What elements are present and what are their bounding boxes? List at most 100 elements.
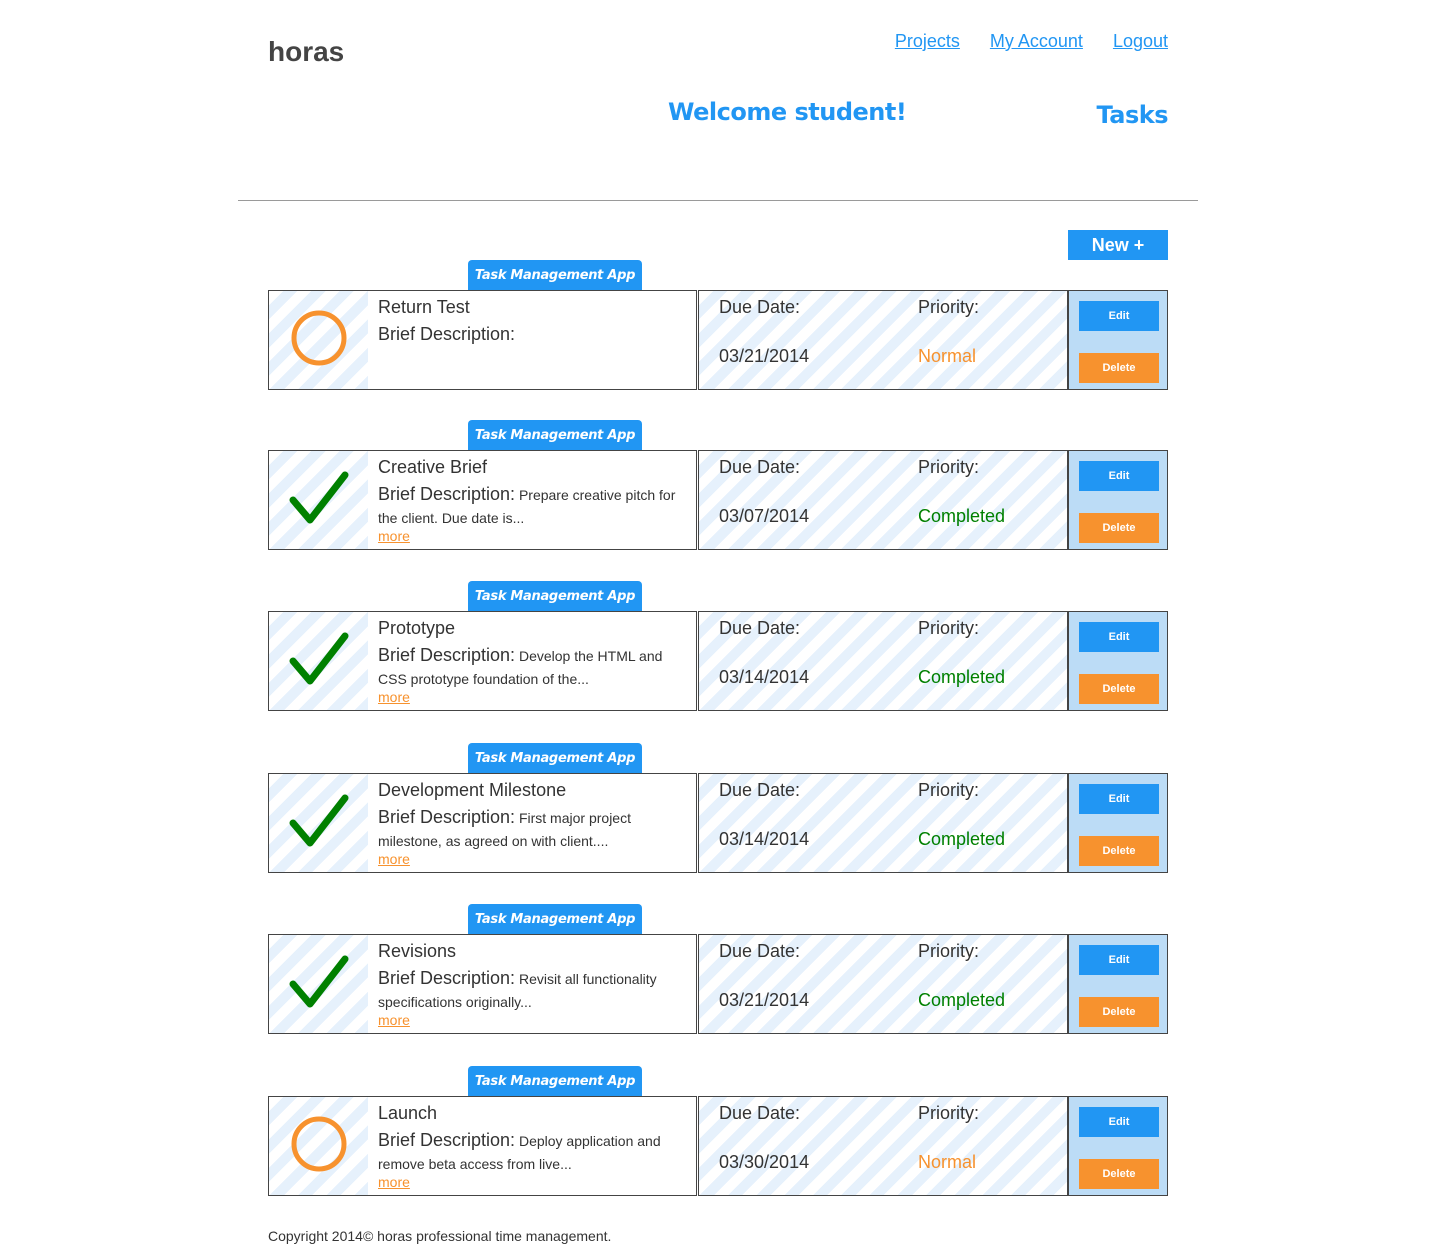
due-date-label: Due Date: (719, 297, 801, 317)
edit-button[interactable]: Edit (1079, 784, 1159, 814)
project-tag[interactable]: Task Management App (468, 581, 642, 611)
delete-button[interactable]: Delete (1079, 997, 1159, 1027)
nav-logout-link[interactable]: Logout (1113, 31, 1168, 52)
task-description: Brief Description: Prepare creative pitc… (378, 483, 688, 530)
task-name: Launch (378, 1103, 438, 1123)
priority-value: Normal (918, 346, 977, 366)
task-status[interactable] (268, 290, 369, 390)
project-tag[interactable]: Task Management App (468, 260, 642, 290)
task-row: Task Management App Prototype Brief Descri… (268, 581, 1168, 711)
task-row: Task Management App Creative Brief Brief D… (268, 420, 1168, 550)
footer-copyright: Copyright 2014© horas professional time … (268, 1228, 612, 1244)
edit-button[interactable]: Edit (1079, 622, 1159, 652)
task-row: Task Management App Return Test Brief Desc… (268, 260, 1168, 390)
task-name: Revisions (378, 941, 457, 961)
delete-button[interactable]: Delete (1079, 513, 1159, 543)
task-description: Brief Description: (378, 323, 688, 347)
more-link[interactable]: more (378, 528, 410, 544)
task-info: Creative Brief Brief Description: Prepare… (368, 450, 697, 550)
edit-button[interactable]: Edit (1079, 301, 1159, 331)
checkmark-icon (288, 954, 350, 1015)
task-status[interactable] (268, 450, 369, 550)
task-name: Creative Brief (378, 457, 488, 477)
task-actions: Edit Delete (1068, 773, 1168, 873)
project-tag[interactable]: Task Management App (468, 743, 642, 773)
task-meta: Due Date: 03/21/2014 Priority: Completed (698, 934, 1068, 1034)
task-description: Brief Description: First major project m… (378, 806, 688, 853)
task-row: Task Management App Development Milestone… (268, 743, 1168, 873)
project-tag[interactable]: Task Management App (468, 904, 642, 934)
task-status[interactable] (268, 611, 369, 711)
task-info: Launch Brief Description: Deploy applicat… (368, 1096, 697, 1196)
more-link[interactable]: more (378, 689, 410, 705)
edit-button[interactable]: Edit (1079, 1107, 1159, 1137)
priority-label: Priority: (918, 941, 980, 961)
due-date-value: 03/14/2014 (719, 829, 810, 849)
nav-projects-link[interactable]: Projects (895, 31, 960, 52)
task-row: Task Management App Launch Brief Descripti… (268, 1066, 1168, 1196)
due-date-value: 03/07/2014 (719, 506, 810, 526)
due-date-value: 03/21/2014 (719, 990, 810, 1010)
task-status[interactable] (268, 1096, 369, 1196)
delete-button[interactable]: Delete (1079, 1159, 1159, 1189)
task-meta: Due Date: 03/30/2014 Priority: Normal (698, 1096, 1068, 1196)
priority-label: Priority: (918, 780, 980, 800)
priority-value: Completed (918, 667, 1006, 687)
brief-description-label: Brief Description: (378, 807, 516, 827)
welcome-message: Welcome student! (668, 98, 907, 126)
priority-value: Completed (918, 829, 1006, 849)
brief-description-label: Brief Description: (378, 968, 516, 988)
brief-description-label: Brief Description: (378, 484, 516, 504)
new-task-button[interactable]: New + (1068, 230, 1168, 260)
priority-value: Completed (918, 990, 1006, 1010)
brief-description-label: Brief Description: (378, 645, 516, 665)
brief-description-label: Brief Description: (378, 1130, 516, 1150)
more-link[interactable]: more (378, 851, 410, 867)
page-title: Tasks (1096, 101, 1168, 129)
edit-button[interactable]: Edit (1079, 461, 1159, 491)
more-link[interactable]: more (378, 1012, 410, 1028)
due-date-value: 03/30/2014 (719, 1152, 810, 1172)
checkmark-icon (288, 470, 350, 531)
task-name: Prototype (378, 618, 456, 638)
project-tag[interactable]: Task Management App (468, 1066, 642, 1096)
more-link[interactable]: more (378, 1174, 410, 1190)
nav-my-account-link[interactable]: My Account (990, 31, 1083, 52)
priority-value: Completed (918, 506, 1006, 526)
task-name: Development Milestone (378, 780, 567, 800)
project-tag[interactable]: Task Management App (468, 420, 642, 450)
task-row: Task Management App Revisions Brief Descri… (268, 904, 1168, 1034)
task-actions: Edit Delete (1068, 1096, 1168, 1196)
edit-button[interactable]: Edit (1079, 945, 1159, 975)
task-status[interactable] (268, 773, 369, 873)
due-date-value: 03/14/2014 (719, 667, 810, 687)
task-info: Development Milestone Brief Description: … (368, 773, 697, 873)
due-date-label: Due Date: (719, 941, 801, 961)
task-actions: Edit Delete (1068, 450, 1168, 550)
task-info: Prototype Brief Description: Develop the … (368, 611, 697, 711)
top-nav: Projects My Account Logout (895, 31, 1168, 52)
due-date-label: Due Date: (719, 618, 801, 638)
due-date-label: Due Date: (719, 780, 801, 800)
task-meta: Due Date: 03/14/2014 Priority: Completed (698, 611, 1068, 711)
priority-label: Priority: (918, 297, 980, 317)
logo: horas (268, 36, 345, 67)
task-info: Revisions Brief Description: Revisit all … (368, 934, 697, 1034)
priority-label: Priority: (918, 457, 980, 477)
circle-icon (289, 308, 349, 373)
due-date-label: Due Date: (719, 1103, 801, 1123)
delete-button[interactable]: Delete (1079, 353, 1159, 383)
task-meta: Due Date: 03/14/2014 Priority: Completed (698, 773, 1068, 873)
task-meta: Due Date: 03/07/2014 Priority: Completed (698, 450, 1068, 550)
task-description: Brief Description: Revisit all functiona… (378, 967, 688, 1014)
task-status[interactable] (268, 934, 369, 1034)
header-divider (238, 200, 1198, 201)
delete-button[interactable]: Delete (1079, 836, 1159, 866)
task-info: Return Test Brief Description: (368, 290, 697, 390)
task-actions: Edit Delete (1068, 611, 1168, 711)
task-meta: Due Date: 03/21/2014 Priority: Normal (698, 290, 1068, 390)
delete-button[interactable]: Delete (1079, 674, 1159, 704)
checkmark-icon (288, 631, 350, 692)
checkmark-icon (288, 793, 350, 854)
priority-value: Normal (918, 1152, 977, 1172)
